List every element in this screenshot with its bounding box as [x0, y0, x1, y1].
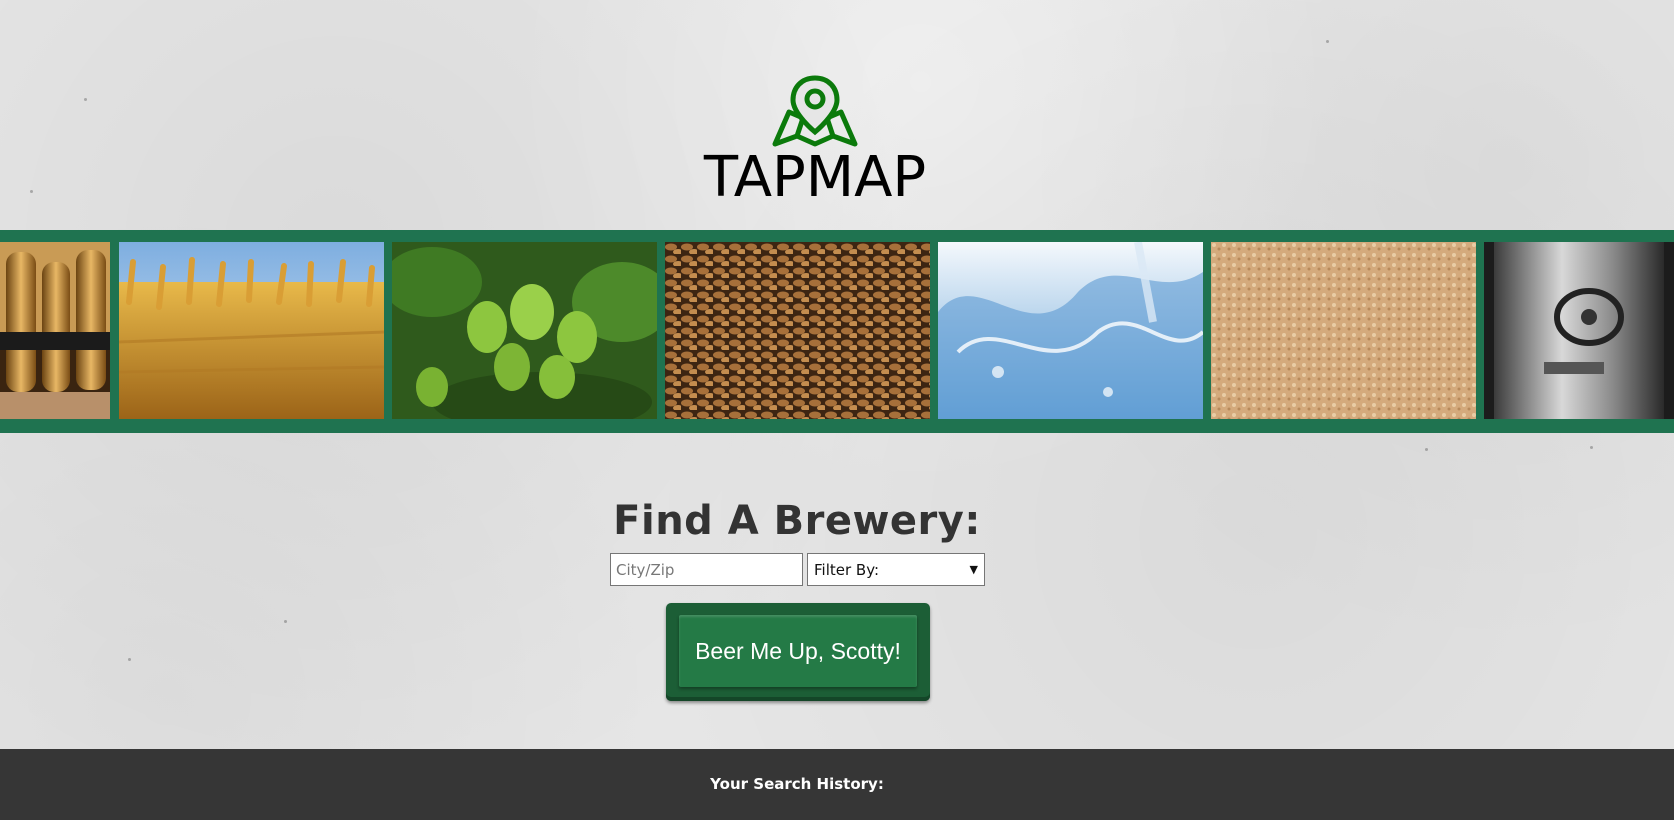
- background-speck: [84, 98, 87, 101]
- city-zip-input[interactable]: [610, 553, 803, 586]
- background-speck: [1590, 446, 1593, 449]
- beer-taps-image: [0, 242, 110, 419]
- background-speck: [1425, 448, 1428, 451]
- background-speck: [1326, 40, 1329, 43]
- ingredient-image-strip: [0, 230, 1674, 433]
- logo-text: TAPMAP: [703, 145, 927, 210]
- background-speck: [30, 190, 33, 193]
- chevron-down-icon: ▼: [969, 563, 978, 576]
- site-logo[interactable]: TAPMAP: [700, 74, 930, 208]
- wheat-field-image: [119, 242, 384, 419]
- submit-button[interactable]: Beer Me Up, Scotty!: [666, 603, 930, 701]
- search-history-label: Your Search History:: [710, 775, 884, 793]
- hops-image: [392, 242, 657, 419]
- footer: Your Search History:: [0, 749, 1674, 820]
- background-speck: [284, 620, 287, 623]
- brewing-tank-image: [1484, 242, 1674, 419]
- water-splash-image: [938, 242, 1203, 419]
- yeast-image: [1211, 242, 1476, 419]
- filter-select[interactable]: Filter By: ▼: [807, 553, 985, 586]
- search-title: Find A Brewery:: [613, 498, 981, 544]
- malted-barley-image: [665, 242, 930, 419]
- background-speck: [128, 658, 131, 661]
- map-pin-icon: [772, 75, 858, 147]
- filter-select-value: Filter By:: [814, 560, 880, 579]
- submit-button-label: Beer Me Up, Scotty!: [679, 615, 917, 687]
